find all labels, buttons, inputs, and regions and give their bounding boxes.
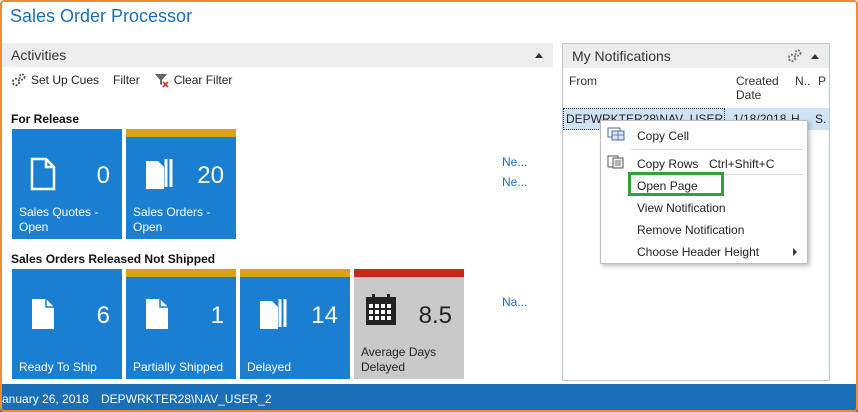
tile-value: 0 (96, 162, 110, 189)
notifications-header[interactable]: My Notifications (563, 44, 829, 68)
menu-item-remove-notification[interactable]: Remove Notification (637, 223, 744, 237)
documents-icon (260, 299, 287, 329)
column-header-from[interactable]: From (569, 74, 597, 88)
document-filled-icon (146, 299, 168, 329)
gears-icon[interactable] (787, 48, 803, 64)
tile-status-bar (126, 269, 236, 277)
column-header-n[interactable]: N.. (795, 74, 810, 88)
tile-label: Delayed (247, 360, 292, 374)
document-filled-icon (32, 299, 54, 329)
submenu-arrow-icon (793, 248, 797, 256)
tile-value: 8.5 (418, 302, 452, 329)
notifications-column-headers: From Created Date N.. P (563, 70, 829, 106)
tile-status-bar (354, 269, 464, 277)
tile-label: Sales Orders - Open (133, 205, 211, 234)
tile-status-bar (240, 269, 350, 277)
documents-icon (146, 159, 173, 189)
clear-filter-label: Clear Filter (173, 73, 233, 87)
cue-link[interactable]: Ne... (502, 175, 527, 189)
tile-value: 1 (210, 302, 224, 329)
tile-label: Average Days Delayed (361, 345, 437, 374)
tile-sales-quotes-open[interactable]: 0 Sales Quotes - Open (12, 129, 122, 239)
notifications-title: My Notifications (572, 48, 671, 64)
tile-label: Partially Shipped (133, 360, 224, 374)
activities-panel: Activities Set Up Cues Filter Clear Filt… (2, 43, 553, 383)
column-header-label: Date (736, 88, 762, 102)
tile-value: 20 (197, 162, 224, 189)
collapse-icon[interactable] (811, 53, 819, 59)
menu-separator (631, 149, 803, 150)
activities-header[interactable]: Activities (2, 43, 553, 67)
cell-p[interactable]: S. (815, 112, 826, 126)
cue-link[interactable]: Na... (502, 295, 527, 309)
status-bar: anuary 26, 2018 DEPWRKTER28\NAV_USER_2 (0, 384, 858, 412)
section-title-for-release: For Release (11, 112, 80, 126)
document-icon (30, 157, 56, 191)
status-date: anuary 26, 2018 (2, 392, 89, 406)
highlight-box (628, 172, 724, 196)
set-up-cues-label: Set Up Cues (31, 73, 100, 87)
tile-partially-shipped[interactable]: 1 Partially Shipped (126, 269, 236, 379)
tile-label: Sales Quotes - Open (19, 205, 99, 234)
clear-filter-icon (154, 74, 169, 88)
column-header-p[interactable]: P (818, 74, 826, 88)
activities-title: Activities (11, 47, 67, 63)
cue-link[interactable]: Ne... (502, 155, 527, 169)
calendar-icon (366, 294, 396, 325)
filter-button[interactable]: Filter (113, 73, 140, 87)
menu-item-copy-cell[interactable]: Copy Cell (637, 129, 689, 143)
menu-shortcut: Ctrl+Shift+C (709, 157, 775, 171)
status-user: DEPWRKTER28\NAV_USER_2 (101, 392, 272, 406)
collapse-icon[interactable] (535, 52, 543, 58)
tile-ready-to-ship[interactable]: 6 Ready To Ship (12, 269, 122, 379)
tile-sales-orders-open[interactable]: 20 Sales Orders - Open (126, 129, 236, 239)
menu-item-copy-rows[interactable]: Copy Rows (637, 157, 698, 171)
tile-status-bar (126, 129, 236, 137)
tile-average-days-delayed[interactable]: 8.5 Average Days Delayed (354, 269, 464, 379)
tile-value: 6 (96, 302, 110, 329)
gears-icon (11, 73, 26, 87)
app-title: Sales Order Processor (10, 6, 193, 26)
copy-cell-icon (607, 127, 625, 141)
filter-label: Filter (113, 73, 140, 87)
menu-item-view-notification[interactable]: View Notification (637, 201, 726, 215)
set-up-cues-button[interactable]: Set Up Cues (11, 72, 99, 88)
copy-rows-icon (607, 155, 624, 169)
tile-delayed[interactable]: 14 Delayed (240, 269, 350, 379)
tile-label: Ready To Ship (19, 360, 97, 374)
column-header-created-date[interactable]: Created Date (736, 74, 779, 102)
activities-toolbar: Set Up Cues Filter Clear Filter (11, 72, 232, 88)
column-header-label: Created (736, 74, 779, 88)
section-title-released-not-shipped: Sales Orders Released Not Shipped (11, 252, 216, 266)
tile-value: 14 (311, 302, 338, 329)
clear-filter-button[interactable]: Clear Filter (154, 72, 233, 88)
menu-item-choose-header-height[interactable]: Choose Header Height (637, 245, 759, 259)
